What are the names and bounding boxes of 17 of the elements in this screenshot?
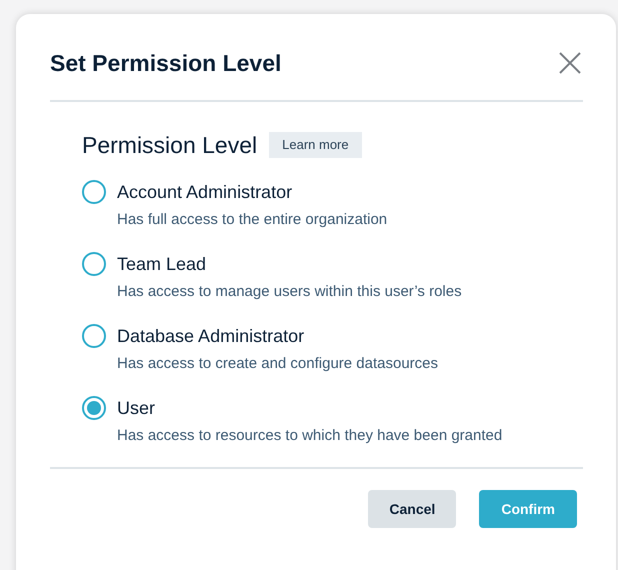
option-label: Team Lead [117,253,208,276]
learn-more-link[interactable]: Learn more [269,132,362,158]
section-heading: Permission Level [82,131,258,160]
option-label: User [117,397,156,420]
radio-button[interactable] [82,396,106,420]
radio-button[interactable] [82,324,106,348]
option-description: Has access to manage users within this user’s roles [117,282,462,301]
radio-button[interactable] [82,180,106,204]
option-description: Has access to create and configure datasources [117,354,438,373]
cancel-button[interactable]: Cancel [368,490,456,528]
option-description: Has access to resources to which they have been granted [117,426,502,445]
close-icon[interactable] [557,50,583,76]
option-label: Database Administrator [117,325,306,348]
dialog-title: Set Permission Level [50,49,282,78]
option-description: Has full access to the entire organization [117,210,388,229]
radio-button[interactable] [82,252,106,276]
option-label: Account Administrator [117,181,294,204]
